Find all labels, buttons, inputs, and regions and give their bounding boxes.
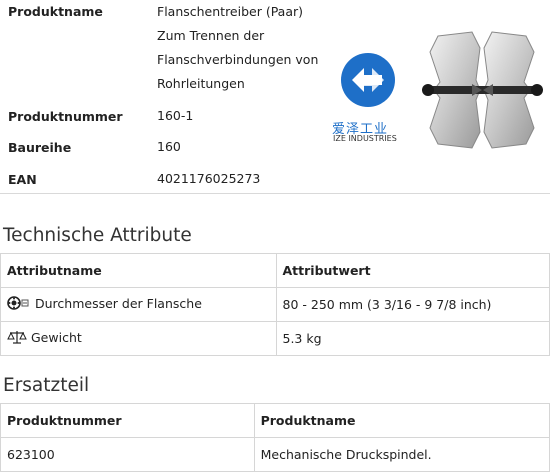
series-label: Baureihe (8, 140, 72, 155)
series-value: 160 (157, 139, 181, 154)
table-row: Durchmesser der Flansche 80 - 250 mm (3 … (0, 287, 550, 322)
attributes-title: Technische Attribute (3, 225, 192, 246)
table-row: 623100 Mechanische Druckspindel. (0, 437, 551, 472)
product-image (420, 28, 545, 153)
product-name-line: Zum Trennen der (157, 28, 265, 43)
scale-icon (7, 330, 27, 347)
table-header-row: Attributname Attributwert (0, 253, 550, 288)
attribute-name: Gewicht (31, 330, 82, 345)
attribute-value-cell: 80 - 250 mm (3 3/16 - 9 7/8 inch) (275, 287, 550, 322)
column-header-product-number: Produktnummer (0, 403, 255, 438)
info-divider (0, 193, 550, 194)
attribute-name-cell: Gewicht (0, 321, 277, 356)
product-name-line: Flanschentreiber (Paar) (157, 4, 304, 19)
flange-spreader-image (422, 31, 543, 149)
table-header-row: Produktnummer Produktname (0, 403, 551, 438)
product-number-label: Produktnummer (8, 109, 123, 124)
product-name-value: Flanschentreiber (Paar) Zum Trennen der … (157, 0, 332, 96)
column-header-attribute-value: Attributwert (275, 253, 550, 288)
table-row: Gewicht 5.3 kg (0, 321, 550, 356)
spare-number-cell: 623100 (0, 437, 255, 472)
attribute-name: Durchmesser der Flansche (35, 296, 202, 311)
logo-english-text: IZE INDUSTRIES (333, 134, 397, 143)
spares-title: Ersatzteil (3, 375, 90, 396)
attribute-value-cell: 5.3 kg (275, 321, 550, 356)
company-logo: 爱泽工业 IZE INDUSTRIES (330, 50, 410, 150)
product-name-label: Produktname (8, 4, 103, 19)
flange-bolt-icon (7, 296, 31, 313)
product-name-line: Rohrleitungen (157, 76, 245, 91)
attribute-name-cell: Durchmesser der Flansche (0, 287, 277, 322)
attributes-table: Attributname Attributwert Durchmesser de… (0, 253, 550, 356)
product-name-line: Flanschverbindungen von (157, 52, 319, 67)
column-header-attribute-name: Attributname (0, 253, 277, 288)
spares-table: Produktnummer Produktname 623100 Mechani… (0, 403, 551, 472)
product-number-value: 160-1 (157, 108, 194, 123)
spare-name-cell: Mechanische Druckspindel. (253, 437, 551, 472)
ean-label: EAN (8, 172, 37, 187)
ean-value: 4021176025273 (157, 171, 261, 186)
column-header-product-name: Produktname (253, 403, 551, 438)
